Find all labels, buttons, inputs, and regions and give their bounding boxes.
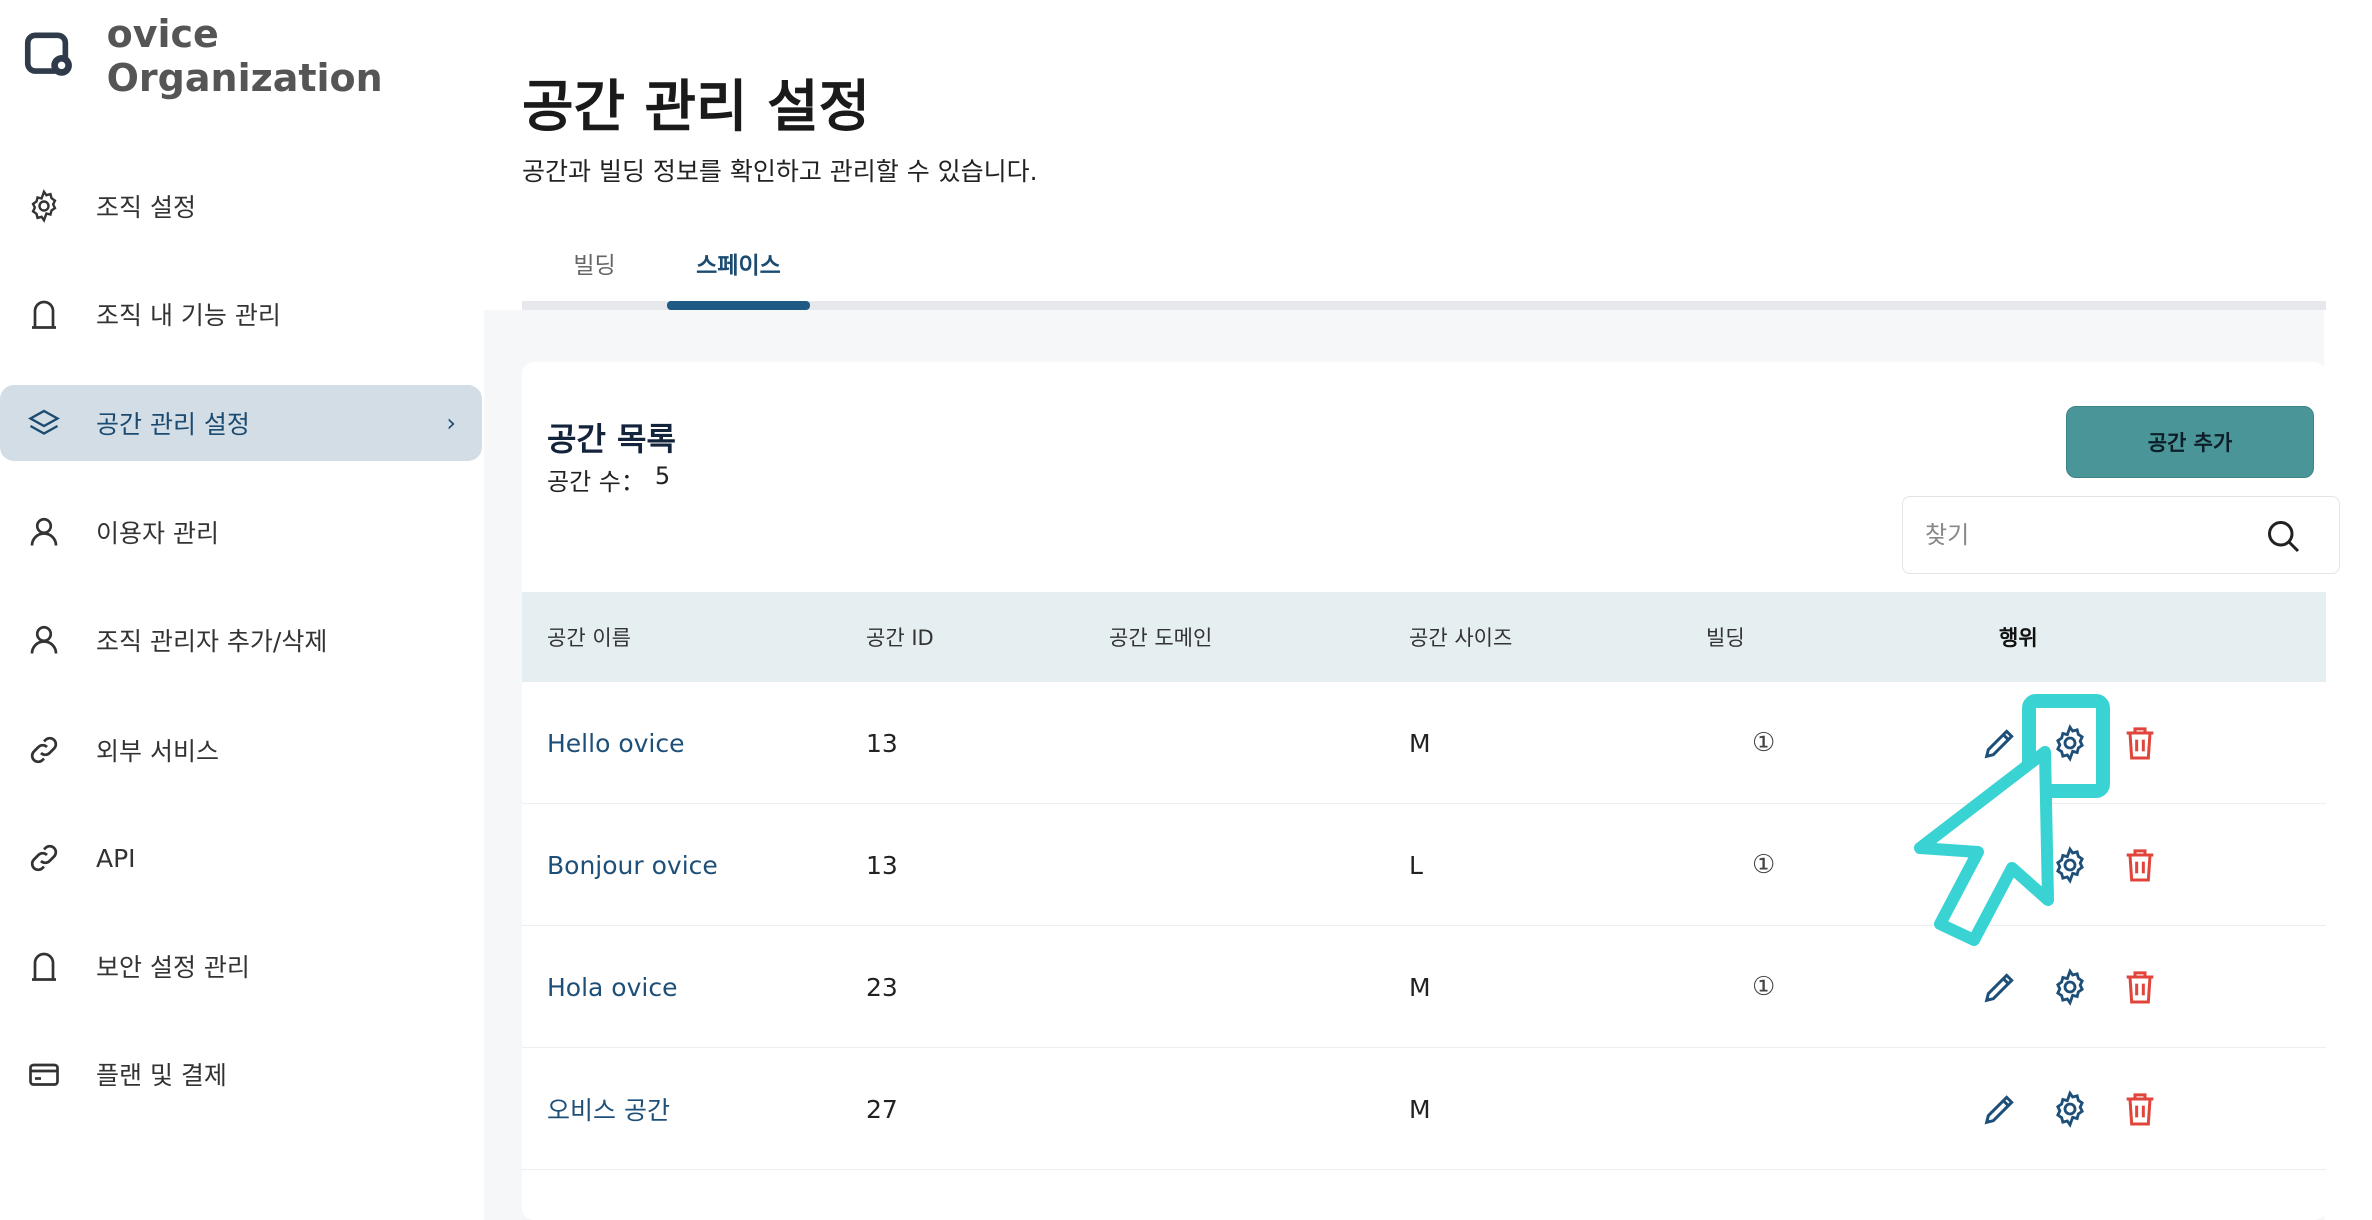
tab-building[interactable]: 빌딩 — [522, 246, 667, 302]
column-header-domain[interactable]: 공간 도메인 — [1109, 592, 1212, 682]
space-size: M — [1409, 1094, 1431, 1124]
column-header-size[interactable]: 공간 사이즈 — [1409, 592, 1512, 682]
sidebar-item-label: API — [96, 843, 136, 873]
sidebar-item-label: 보안 설정 관리 — [96, 953, 250, 982]
sidebar-item-external-services[interactable]: 외부 서비스 — [0, 712, 482, 788]
lock-icon — [32, 300, 56, 329]
credit-card-icon — [29, 1063, 59, 1086]
pointer-arrow-icon — [1914, 746, 2054, 946]
sidebar-item-label: 공간 관리 설정 — [96, 410, 250, 439]
sidebar-item-org-settings[interactable]: 조직 설정 — [0, 168, 482, 244]
sidebar-item-space-settings[interactable]: 공간 관리 설정 › — [0, 385, 482, 461]
search-icon[interactable] — [2265, 518, 2301, 554]
user-icon — [30, 625, 58, 654]
search-input[interactable] — [1925, 515, 2255, 555]
sidebar-item-label: 조직 설정 — [96, 193, 196, 222]
chevron-right-icon: › — [446, 409, 456, 437]
space-count-value: 5 — [654, 462, 671, 490]
sidebar-item-feature-management[interactable]: 조직 내 기능 관리 — [0, 276, 482, 352]
org-name: ovice Organization — [106, 12, 383, 100]
org-header: ovice Organization — [24, 12, 484, 100]
link-icon — [30, 844, 58, 872]
tab-bar: 빌딩 스페이스 — [522, 232, 2326, 310]
space-size: M — [1409, 972, 1431, 1002]
trash-icon[interactable] — [2120, 1089, 2160, 1129]
sidebar-item-label: 플랜 및 결제 — [96, 1061, 227, 1090]
building-badge: ① — [1752, 850, 1776, 880]
space-id: 13 — [866, 850, 898, 880]
sidebar: ovice Organization 조직 설정 조직 내 기능 관리 공간 관… — [0, 0, 484, 1220]
layers-icon — [28, 409, 60, 435]
space-count-label: 공간 수： — [547, 468, 645, 496]
space-size: M — [1409, 728, 1431, 758]
trash-icon[interactable] — [2120, 845, 2160, 885]
table-row: 오비스 공간 27 M — [522, 1048, 2326, 1170]
card-title: 공간 목록 — [547, 420, 676, 458]
space-id: 27 — [866, 1094, 898, 1124]
space-name-link[interactable]: Hola ovice — [547, 926, 677, 1048]
edit-icon[interactable] — [1980, 967, 2020, 1007]
main-content: 공간 관리 설정 공간과 빌딩 정보를 확인하고 관리할 수 있습니다. 빌딩 … — [484, 0, 2372, 1220]
page-title: 공간 관리 설정 — [522, 75, 871, 140]
sidebar-item-label: 외부 서비스 — [96, 737, 219, 766]
building-badge: ① — [1752, 728, 1776, 758]
sidebar-item-api[interactable]: API — [0, 820, 482, 896]
edit-icon[interactable] — [1980, 1089, 2020, 1129]
active-tab-indicator — [667, 301, 810, 310]
space-id: 23 — [866, 972, 898, 1002]
column-header-name[interactable]: 공간 이름 — [547, 592, 631, 682]
space-name-link[interactable]: Bonjour ovice — [547, 804, 718, 926]
user-icon — [30, 517, 58, 546]
lock-icon — [32, 952, 56, 981]
column-header-building[interactable]: 빌딩 — [1706, 592, 1745, 682]
column-header-actions: 행위 — [1999, 626, 2038, 650]
page-subtitle: 공간과 빌딩 정보를 확인하고 관리할 수 있습니다. — [522, 157, 1038, 186]
settings-gear-icon[interactable] — [2050, 1089, 2090, 1129]
search-box — [1902, 496, 2340, 574]
sidebar-item-user-management[interactable]: 이용자 관리 — [0, 494, 482, 570]
space-id: 13 — [866, 728, 898, 758]
sidebar-item-plan-billing[interactable]: 플랜 및 결제 — [0, 1036, 482, 1112]
space-count: 공간 수： 5 — [547, 462, 670, 497]
sidebar-item-label: 이용자 관리 — [96, 519, 219, 548]
sidebar-item-security-settings[interactable]: 보안 설정 관리 — [0, 928, 482, 1004]
add-space-button[interactable]: 공간 추가 — [2066, 406, 2314, 478]
trash-icon[interactable] — [2120, 967, 2160, 1007]
gear-icon — [31, 189, 57, 223]
link-icon — [30, 736, 58, 764]
sidebar-item-admin-management[interactable]: 조직 관리자 추가/삭제 — [0, 602, 482, 678]
space-name-link[interactable]: Hello ovice — [547, 682, 684, 804]
sidebar-item-label: 조직 내 기능 관리 — [96, 301, 281, 330]
building-badge: ① — [1752, 972, 1776, 1002]
settings-gear-icon[interactable] — [2050, 967, 2090, 1007]
column-header-id[interactable]: 공간 ID — [866, 592, 934, 682]
space-size: L — [1409, 850, 1423, 880]
trash-icon[interactable] — [2120, 723, 2160, 763]
table-header: 공간 이름 공간 ID 공간 도메인 공간 사이즈 빌딩 행위 — [522, 592, 2326, 682]
space-name-link[interactable]: 오비스 공간 — [547, 1048, 670, 1170]
tab-space[interactable]: 스페이스 — [667, 246, 810, 302]
ovice-logo-icon — [24, 32, 72, 76]
sidebar-item-label: 조직 관리자 추가/삭제 — [96, 627, 328, 656]
